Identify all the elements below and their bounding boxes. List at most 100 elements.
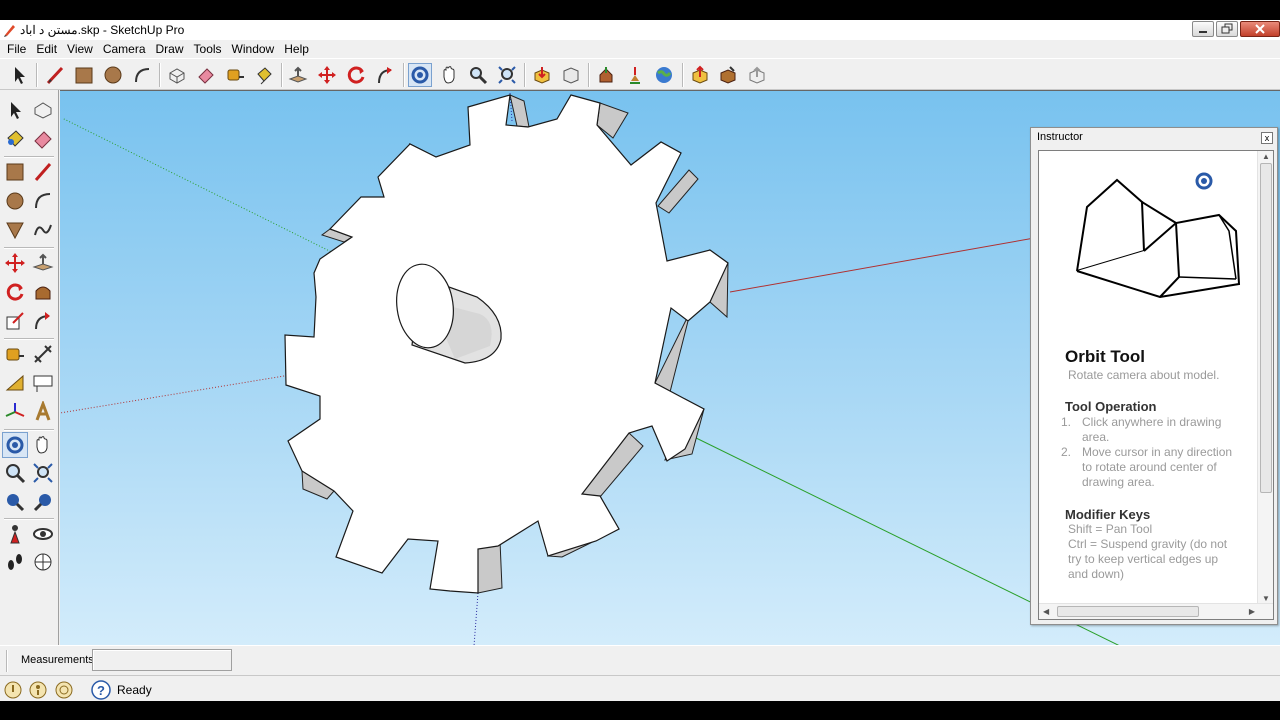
walk-side[interactable] bbox=[2, 549, 28, 575]
make-component-side[interactable] bbox=[30, 97, 56, 123]
offset-icon bbox=[35, 312, 50, 330]
menu-draw[interactable]: Draw bbox=[151, 40, 189, 58]
tape-measure-side[interactable] bbox=[2, 341, 28, 367]
menu-tools[interactable]: Tools bbox=[189, 40, 227, 58]
minimize-icon bbox=[1199, 31, 1207, 33]
rectangle-icon bbox=[6, 163, 24, 181]
menu-help[interactable]: Help bbox=[279, 40, 314, 58]
measurements-input[interactable] bbox=[92, 649, 232, 671]
close-button[interactable] bbox=[1240, 21, 1280, 37]
toggle-terrain-button[interactable] bbox=[716, 63, 740, 87]
menu-window[interactable]: Window bbox=[227, 40, 280, 58]
scroll-left-icon[interactable]: ◀ bbox=[1043, 607, 1049, 616]
look-around-side[interactable] bbox=[30, 521, 56, 547]
scroll-right-icon[interactable]: ▶ bbox=[1249, 607, 1255, 616]
get-photo-texture-button[interactable] bbox=[688, 63, 712, 87]
move-tool-button[interactable] bbox=[315, 63, 339, 87]
line-tool-button[interactable] bbox=[43, 63, 67, 87]
arc-tool-button[interactable] bbox=[130, 63, 154, 87]
google-earth-button[interactable] bbox=[652, 63, 676, 87]
axes-side[interactable] bbox=[2, 399, 28, 425]
circle-tool-button[interactable] bbox=[101, 63, 125, 87]
dimension-icon bbox=[34, 345, 52, 363]
make-component-icon bbox=[169, 68, 185, 84]
follow-me-side[interactable] bbox=[30, 279, 56, 305]
sign-in-icon[interactable] bbox=[54, 680, 74, 700]
zoom-extents-tool-button[interactable] bbox=[495, 63, 519, 87]
make-component-button[interactable] bbox=[165, 63, 189, 87]
push-pull-tool-button[interactable] bbox=[286, 63, 310, 87]
eraser-tool-button[interactable] bbox=[194, 63, 218, 87]
circle-side[interactable] bbox=[2, 188, 28, 214]
rectangle-side[interactable] bbox=[2, 159, 28, 185]
help-icon[interactable]: ? bbox=[91, 680, 111, 700]
next-view-side[interactable] bbox=[30, 488, 56, 514]
protractor-side[interactable] bbox=[2, 370, 28, 396]
arc-icon bbox=[35, 193, 51, 209]
text-side[interactable] bbox=[30, 370, 56, 396]
orbit-side[interactable] bbox=[2, 432, 28, 458]
add-location-button[interactable] bbox=[623, 63, 647, 87]
zoom-side[interactable] bbox=[2, 460, 28, 486]
zoom-tool-button[interactable] bbox=[466, 63, 490, 87]
arc-side[interactable] bbox=[30, 188, 56, 214]
instructor-header: Instructor x bbox=[1031, 128, 1277, 148]
minimize-button[interactable] bbox=[1192, 21, 1214, 37]
instructor-horizontal-scrollbar[interactable]: ◀ ▶ bbox=[1039, 603, 1273, 619]
position-camera-side[interactable] bbox=[2, 521, 28, 547]
push-pull-icon bbox=[288, 66, 308, 83]
pan-tool-button[interactable] bbox=[437, 63, 461, 87]
geo-location-icon[interactable] bbox=[3, 680, 23, 700]
orbit-icon bbox=[6, 436, 24, 454]
red-axis bbox=[729, 236, 1041, 293]
menu-edit[interactable]: Edit bbox=[31, 40, 62, 58]
credits-icon[interactable] bbox=[28, 680, 48, 700]
instructor-vertical-scrollbar[interactable]: ▲ ▼ bbox=[1257, 151, 1273, 604]
rectangle-tool-button[interactable] bbox=[72, 63, 96, 87]
push-pull-side[interactable] bbox=[30, 250, 56, 276]
pan-side[interactable] bbox=[30, 432, 56, 458]
blue-axis-dotted bbox=[473, 592, 479, 645]
follow-me-tool-button[interactable] bbox=[373, 63, 397, 87]
restore-button[interactable] bbox=[1216, 21, 1238, 37]
red-axis-dotted bbox=[60, 374, 291, 414]
scroll-up-icon[interactable]: ▲ bbox=[1262, 152, 1270, 161]
zoom-window-side[interactable] bbox=[30, 460, 56, 486]
toggle-terrain-icon bbox=[720, 66, 736, 84]
share-component-button[interactable] bbox=[594, 63, 618, 87]
paint-bucket-side[interactable] bbox=[2, 126, 28, 152]
rotate-side[interactable] bbox=[2, 279, 28, 305]
protractor-icon bbox=[5, 374, 24, 391]
menu-file[interactable]: File bbox=[2, 40, 31, 58]
preview-in-earth-icon bbox=[749, 66, 765, 84]
freehand-side[interactable] bbox=[30, 217, 56, 243]
share-model-icon bbox=[563, 67, 579, 84]
rotate-icon bbox=[347, 66, 365, 84]
menu-camera[interactable]: Camera bbox=[98, 40, 151, 58]
menu-view[interactable]: View bbox=[62, 40, 98, 58]
scroll-down-icon[interactable]: ▼ bbox=[1262, 594, 1270, 603]
eraser-side[interactable] bbox=[30, 126, 56, 152]
preview-in-earth-button[interactable] bbox=[745, 63, 769, 87]
line-side[interactable] bbox=[30, 159, 56, 185]
instructor-close-button[interactable]: x bbox=[1261, 132, 1273, 144]
move-side[interactable] bbox=[2, 250, 28, 276]
measurements-bar: Measurements bbox=[0, 645, 1280, 675]
select-tool-side[interactable] bbox=[2, 97, 28, 123]
get-models-button[interactable] bbox=[530, 63, 554, 87]
section-plane-side[interactable] bbox=[30, 549, 56, 575]
rotate-tool-button[interactable] bbox=[344, 63, 368, 87]
polygon-side[interactable] bbox=[2, 217, 28, 243]
dimension-side[interactable] bbox=[30, 341, 56, 367]
select-tool-button[interactable] bbox=[7, 63, 31, 87]
offset-side[interactable] bbox=[30, 308, 56, 334]
scale-side[interactable] bbox=[2, 308, 28, 334]
orbit-tool-button[interactable] bbox=[408, 63, 432, 87]
3d-text-side[interactable] bbox=[30, 399, 56, 425]
previous-view-side[interactable] bbox=[2, 488, 28, 514]
paint-bucket-icon bbox=[257, 67, 272, 85]
tape-measure-tool-button[interactable] bbox=[223, 63, 247, 87]
paint-bucket-tool-button[interactable] bbox=[252, 63, 276, 87]
share-model-button[interactable] bbox=[559, 63, 583, 87]
step-2: 2. Move cursor in any direction to rotat… bbox=[1061, 445, 1261, 490]
